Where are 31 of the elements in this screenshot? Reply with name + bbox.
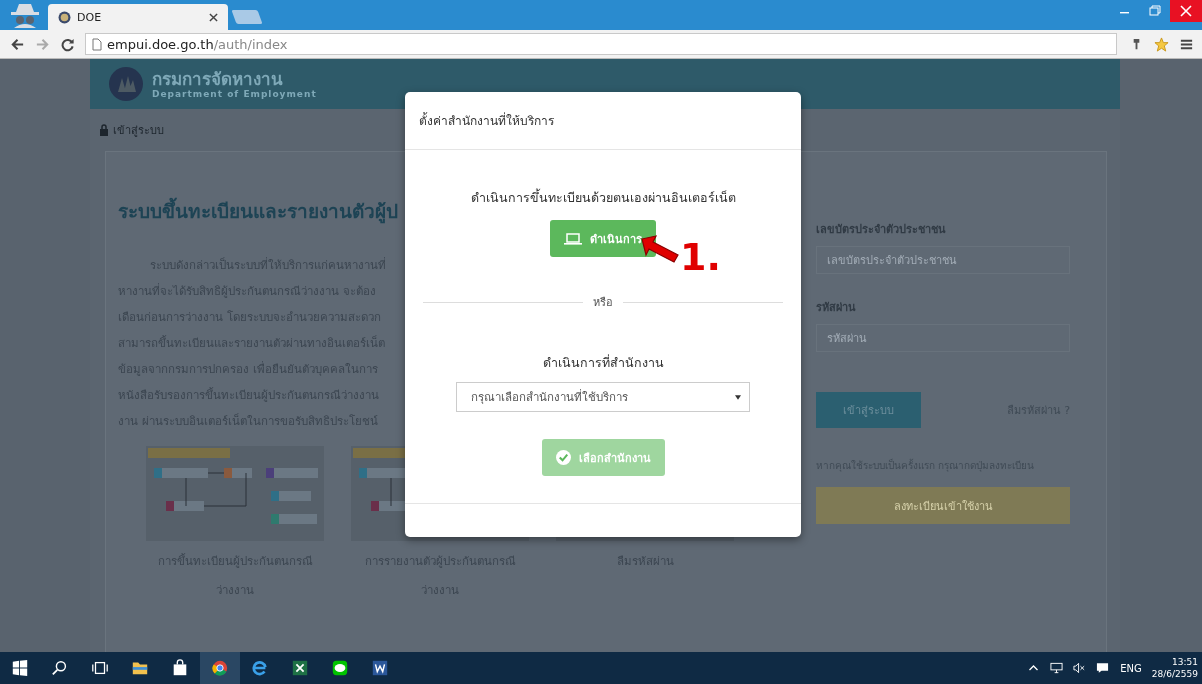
office-select[interactable]: กรุณาเลือกสำนักงานที่ใช้บริการ bbox=[456, 382, 750, 412]
caret-icon bbox=[735, 394, 741, 400]
arrow-icon bbox=[640, 235, 680, 263]
network-icon[interactable] bbox=[1050, 662, 1064, 674]
clock-date[interactable]: 28/6/2559 bbox=[1151, 668, 1198, 680]
language-indicator[interactable]: ENG bbox=[1120, 662, 1142, 674]
dialog-title: ตั้งค่าสำนักงานที่ให้บริการ bbox=[419, 111, 554, 130]
star-icon[interactable] bbox=[1154, 36, 1169, 52]
step-number: 1. bbox=[680, 235, 721, 279]
clock-time[interactable]: 13:51 bbox=[1172, 656, 1198, 668]
speaker-muted-icon[interactable] bbox=[1073, 662, 1087, 674]
id-number-field[interactable]: เลขบัตรประจำตัวประชาชน bbox=[816, 246, 1070, 274]
site-title: กรมการจัดหางาน bbox=[152, 69, 284, 89]
lock-icon bbox=[99, 124, 109, 136]
notification-icon[interactable] bbox=[1096, 662, 1110, 674]
site-subtitle: Department of Employment bbox=[152, 89, 317, 99]
close-icon[interactable] bbox=[209, 12, 218, 22]
password-field[interactable]: รหัสผ่าน bbox=[816, 324, 1070, 352]
favicon-icon bbox=[58, 10, 71, 24]
close-icon[interactable] bbox=[1170, 0, 1202, 22]
incognito-icon bbox=[8, 2, 42, 28]
or-text: หรือ bbox=[593, 295, 613, 311]
reload-icon[interactable] bbox=[60, 36, 75, 52]
browser-tab[interactable]: DOE bbox=[48, 4, 228, 30]
address-field[interactable]: empui.doe.go.th/auth/index bbox=[85, 33, 1117, 55]
emblem-icon bbox=[108, 66, 144, 102]
office-label: ดำเนินการที่สำนักงาน bbox=[542, 353, 664, 372]
check-circle-icon bbox=[555, 450, 571, 465]
page-icon bbox=[92, 37, 102, 51]
back-icon[interactable] bbox=[10, 36, 25, 52]
laptop-icon bbox=[564, 232, 582, 245]
